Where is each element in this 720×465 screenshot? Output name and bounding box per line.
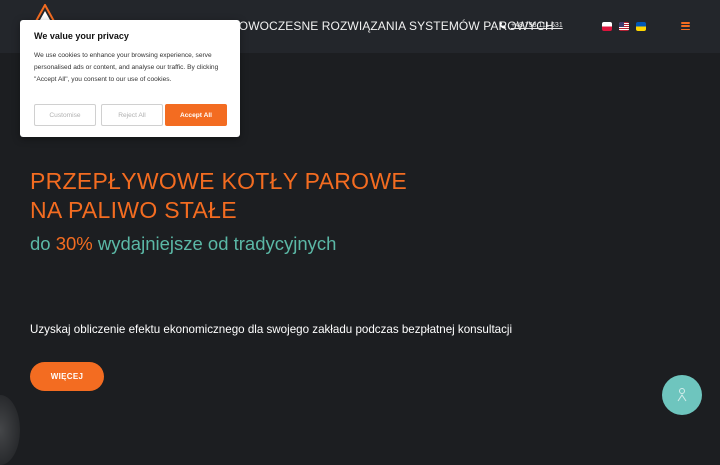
hero-description: Uzyskaj obliczenie efektu ekonomicznego … — [30, 323, 513, 336]
hero-subtitle-suffix: wydajniejsze od tradycyjnych — [97, 233, 337, 254]
more-button[interactable]: WIĘCEJ — [30, 362, 104, 391]
hero-title-line2: NA PALIWO STAŁE — [30, 197, 237, 223]
decorative-glow — [0, 395, 20, 465]
floating-chat-button[interactable] — [662, 375, 702, 415]
hero-title: PRZEPŁYWOWE KOTŁY PAROWE NA PALIWO STAŁE — [30, 167, 407, 225]
flag-ua-icon[interactable] — [636, 22, 646, 31]
cookie-text: We use cookies to enhance your browsing … — [34, 52, 219, 83]
cookie-consent-dialog: We value your privacy We use cookies to … — [20, 20, 240, 137]
phone-icon — [499, 22, 506, 29]
hero-subtitle-highlight: 30% — [55, 233, 93, 254]
chat-icon — [677, 388, 687, 402]
hamburger-menu-icon[interactable] — [681, 22, 690, 30]
hero-title-line1: PRZEPŁYWOWE KOTŁY PAROWE — [30, 168, 407, 194]
accept-all-button[interactable]: Accept All — [165, 104, 227, 126]
hero-subtitle-prefix: do — [30, 233, 51, 254]
flag-pl-icon[interactable] — [602, 22, 612, 31]
phone-number[interactable]: +48 798 111 631 — [511, 22, 563, 29]
language-switcher — [602, 22, 646, 31]
customise-button[interactable]: Customise — [34, 104, 96, 126]
flag-us-icon[interactable] — [619, 22, 629, 31]
cookie-title: We value your privacy — [34, 31, 129, 41]
phone-link[interactable]: +48 798 111 631 — [499, 22, 563, 29]
reject-all-button[interactable]: Reject All — [101, 104, 163, 126]
hero-subtitle: do 30% wydajniejsze od tradycyjnych — [30, 233, 336, 255]
